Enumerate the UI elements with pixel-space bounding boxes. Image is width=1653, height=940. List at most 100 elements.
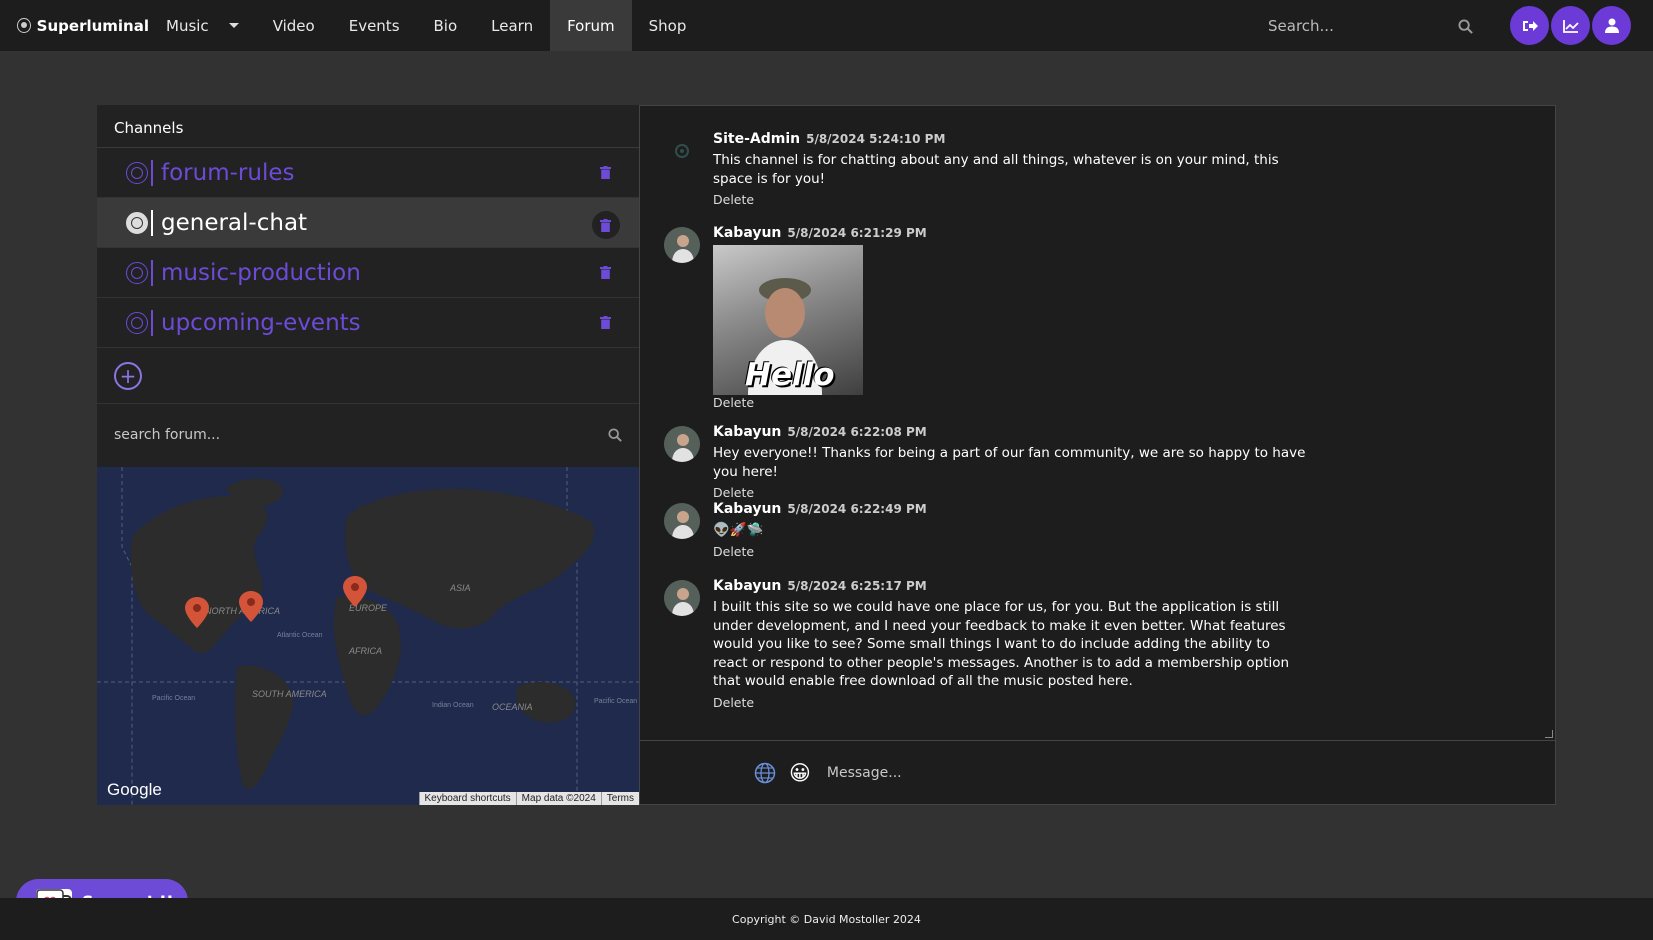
map-canvas[interactable]: NORTH AMERICA EUROPE ASIA AFRICA SOUTH A… bbox=[97, 467, 639, 805]
gif-caption: Hello bbox=[745, 357, 835, 393]
channel-name: general-chat bbox=[161, 209, 308, 236]
map-label: ASIA bbox=[449, 583, 471, 593]
message-text: This channel is for chatting about any a… bbox=[713, 152, 1279, 187]
map-attribution: Keyboard shortcuts Map data ©2024 Terms bbox=[418, 792, 639, 805]
channel-upcoming-events[interactable]: upcoming-events bbox=[97, 298, 639, 348]
divider bbox=[151, 159, 153, 186]
nav-video[interactable]: Video bbox=[256, 0, 332, 51]
message-text: 👽🚀🛸 bbox=[713, 522, 764, 538]
map-label: SOUTH AMERICA bbox=[252, 689, 327, 699]
message-author[interactable]: Kabayun bbox=[713, 501, 781, 517]
hello-gif-image[interactable]: Hello bbox=[713, 245, 863, 395]
message-input[interactable] bbox=[826, 764, 1327, 781]
forum-search-input[interactable] bbox=[114, 426, 514, 443]
avatar bbox=[664, 426, 700, 462]
channel-music-production[interactable]: music-production bbox=[97, 248, 639, 298]
nav-events[interactable]: Events bbox=[332, 0, 417, 51]
plus-icon: + bbox=[119, 363, 137, 388]
delete-channel-button[interactable] bbox=[592, 211, 620, 239]
channel-name: forum-rules bbox=[161, 159, 295, 186]
delete-message-link[interactable]: Delete bbox=[713, 395, 1303, 410]
channels-panel: Channels forum-rules general-chat music-… bbox=[97, 105, 639, 805]
divider bbox=[151, 209, 153, 236]
channel-name: upcoming-events bbox=[161, 309, 361, 336]
channel-icon bbox=[126, 311, 148, 334]
map-label: OCEANIA bbox=[492, 702, 533, 712]
nav-search-input[interactable] bbox=[1268, 17, 1438, 35]
brand[interactable]: Superluminal bbox=[17, 17, 149, 35]
message-text: I built this site so we could have one p… bbox=[713, 599, 1290, 689]
terms-link[interactable]: Terms bbox=[600, 792, 639, 805]
caret-down-icon[interactable] bbox=[228, 23, 239, 28]
avatar bbox=[664, 133, 700, 169]
search-icon[interactable] bbox=[608, 427, 622, 442]
top-navbar: Superluminal Music Video Events Bio Lear… bbox=[0, 0, 1653, 51]
trash-icon[interactable] bbox=[600, 316, 611, 329]
search-icon[interactable] bbox=[1458, 18, 1473, 34]
footer: Copyright © David Mostoller 2024 bbox=[0, 898, 1653, 940]
map-label: AFRICA bbox=[348, 646, 382, 656]
stats-button[interactable] bbox=[1551, 6, 1590, 45]
brand-name: Superluminal bbox=[36, 16, 149, 35]
channel-forum-rules[interactable]: forum-rules bbox=[97, 148, 639, 198]
keyboard-shortcuts-link[interactable]: Keyboard shortcuts bbox=[418, 792, 516, 805]
nav-music-label: Music bbox=[166, 16, 209, 35]
channels-header: Channels bbox=[97, 105, 639, 148]
message-composer: 😀 bbox=[640, 741, 1555, 804]
google-logo: Google bbox=[107, 780, 162, 799]
nav-search bbox=[1268, 16, 1473, 36]
divider bbox=[151, 309, 153, 336]
message-author[interactable]: Kabayun bbox=[713, 225, 781, 241]
message-timestamp: 5/8/2024 6:22:49 PM bbox=[787, 502, 927, 516]
nav-learn[interactable]: Learn bbox=[474, 0, 550, 51]
trash-icon[interactable] bbox=[600, 166, 611, 179]
avatar bbox=[664, 503, 700, 539]
map-label: Indian Ocean bbox=[432, 702, 474, 709]
map-label: Atlantic Ocean bbox=[277, 632, 323, 639]
forum-search bbox=[97, 404, 639, 465]
channel-icon bbox=[126, 161, 148, 184]
delete-message-link[interactable]: Delete bbox=[713, 192, 1303, 207]
nav-shop[interactable]: Shop bbox=[632, 0, 704, 51]
logout-button[interactable] bbox=[1510, 6, 1549, 45]
channel-icon bbox=[126, 211, 148, 234]
channel-general-chat[interactable]: general-chat bbox=[97, 198, 639, 248]
divider bbox=[151, 259, 153, 286]
avatar bbox=[664, 580, 700, 616]
chart-icon bbox=[1562, 19, 1579, 33]
channel-name: music-production bbox=[161, 259, 361, 286]
delete-message-link[interactable]: Delete bbox=[713, 695, 1303, 710]
user-icon bbox=[1604, 18, 1619, 33]
map-label: Pacific Ocean bbox=[152, 695, 195, 702]
emoji-picker-icon[interactable]: 😀 bbox=[789, 761, 811, 785]
message-timestamp: 5/8/2024 6:22:08 PM bbox=[787, 425, 927, 439]
delete-message-link[interactable]: Delete bbox=[713, 485, 1333, 500]
avatar bbox=[664, 227, 700, 263]
logout-icon bbox=[1522, 20, 1538, 31]
message-text: Hey everyone!! Thanks for being a part o… bbox=[713, 445, 1306, 480]
message-author[interactable]: Kabayun bbox=[713, 424, 781, 440]
delete-message-link[interactable]: Delete bbox=[713, 544, 1303, 559]
chat-panel: Site-Admin 5/8/2024 5:24:10 PM This chann… bbox=[639, 105, 1556, 805]
resize-handle[interactable] bbox=[1545, 730, 1553, 738]
profile-button[interactable] bbox=[1592, 6, 1631, 45]
world-map[interactable]: NORTH AMERICA EUROPE ASIA AFRICA SOUTH A… bbox=[97, 467, 639, 805]
channel-icon bbox=[126, 261, 148, 284]
nav-forum[interactable]: Forum bbox=[550, 0, 632, 51]
add-channel-row: + bbox=[97, 348, 639, 404]
add-channel-button[interactable]: + bbox=[114, 361, 142, 390]
message-timestamp: 5/8/2024 6:21:29 PM bbox=[787, 226, 927, 240]
globe-icon[interactable] bbox=[754, 762, 776, 784]
copyright-text: Copyright © David Mostoller 2024 bbox=[732, 912, 921, 926]
message-author[interactable]: Kabayun bbox=[713, 578, 781, 594]
trash-icon[interactable] bbox=[600, 219, 611, 232]
message-author[interactable]: Site-Admin bbox=[713, 131, 800, 147]
message-list[interactable]: Site-Admin 5/8/2024 5:24:10 PM This chann… bbox=[640, 106, 1555, 741]
map-data-text: Map data ©2024 bbox=[515, 792, 601, 805]
nav-bio[interactable]: Bio bbox=[417, 0, 475, 51]
nav-music[interactable]: Music bbox=[149, 0, 256, 51]
map-label: Pacific Ocean bbox=[594, 698, 637, 705]
message-timestamp: 5/8/2024 6:25:17 PM bbox=[787, 579, 927, 593]
logo-icon bbox=[17, 18, 31, 33]
trash-icon[interactable] bbox=[600, 266, 611, 279]
